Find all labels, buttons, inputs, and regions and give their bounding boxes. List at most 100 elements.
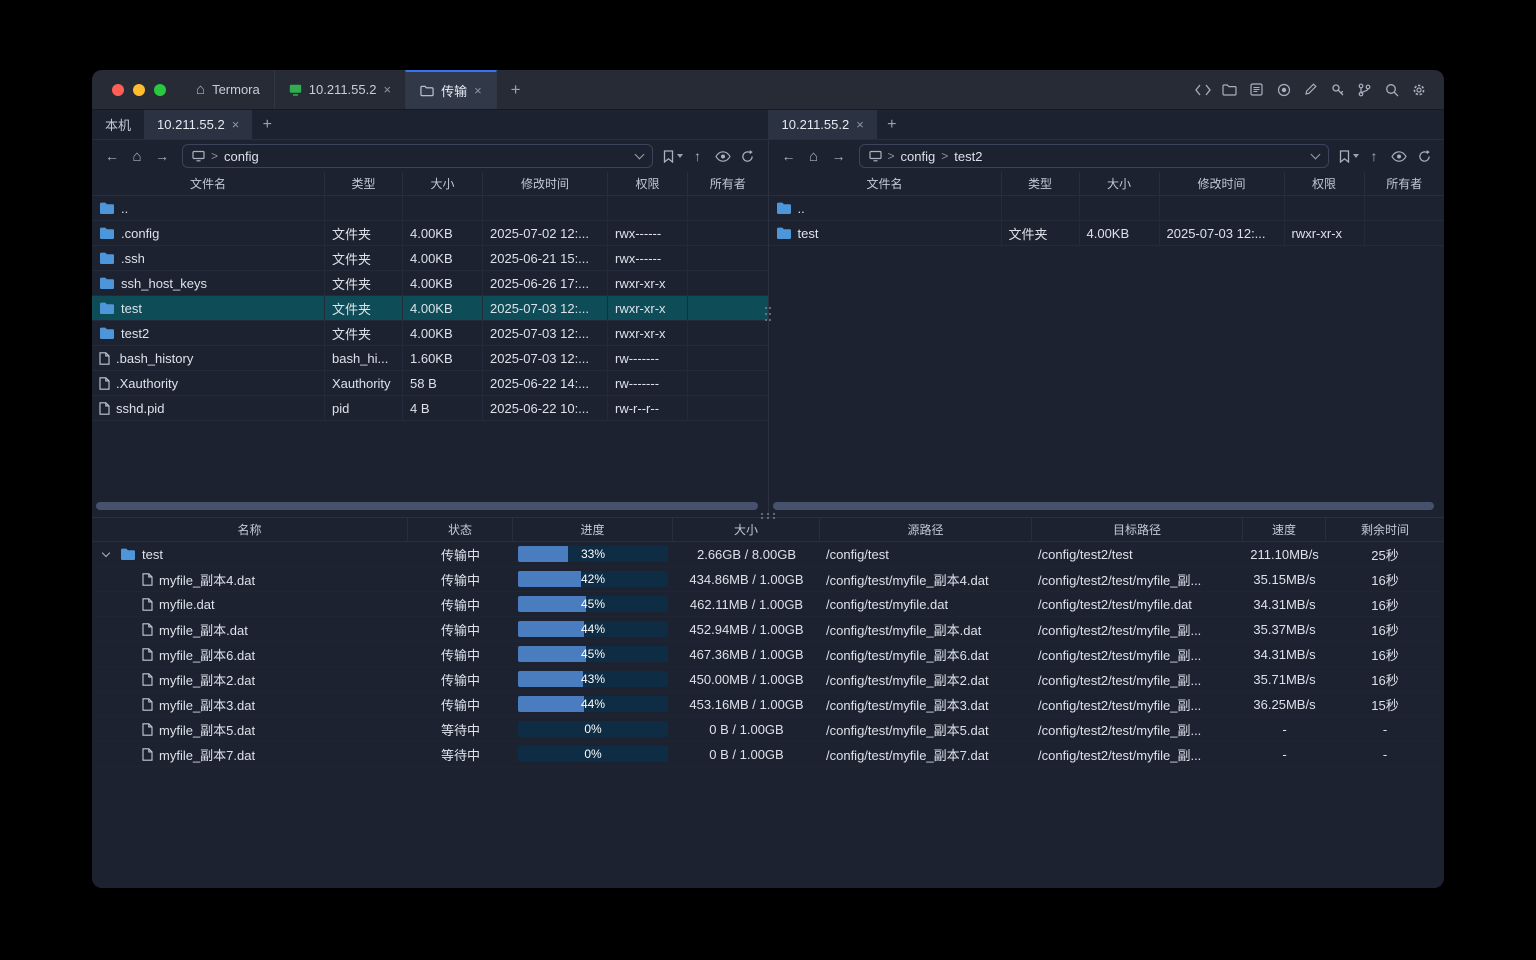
transfer-row[interactable]: myfile_副本3.dat 传输中 44% 453.16MB / 1.00GB… (92, 692, 1444, 717)
file-row[interactable]: .bash_history bash_hi... 1.60KB 2025-07-… (92, 346, 768, 371)
refresh-button[interactable] (736, 144, 760, 168)
forward-button[interactable]: → (827, 144, 851, 168)
scrollbar-thumb[interactable] (773, 502, 1435, 510)
path-segment[interactable]: config (224, 149, 259, 164)
file-row[interactable]: .. (769, 196, 1445, 221)
folder-icon (420, 85, 434, 97)
transfer-row[interactable]: myfile.dat 传输中 45% 462.11MB / 1.00GB /co… (92, 592, 1444, 617)
file-column-header[interactable]: 权限 (1285, 172, 1365, 195)
log-icon[interactable] (1243, 77, 1270, 103)
file-row[interactable]: .ssh 文件夹 4.00KB 2025-06-21 15:... rwx---… (92, 246, 768, 271)
file-column-header[interactable]: 权限 (608, 172, 688, 195)
bookmark-button[interactable] (1337, 144, 1361, 168)
up-directory-button[interactable]: ↑ (1362, 144, 1386, 168)
horizontal-splitter[interactable] (760, 513, 776, 521)
close-tab-icon[interactable]: × (232, 118, 240, 131)
back-button[interactable]: ← (100, 144, 124, 168)
file-column-header[interactable]: 类型 (1002, 172, 1080, 195)
folder-icon[interactable] (1216, 77, 1243, 103)
transfer-column-header[interactable]: 速度 (1243, 518, 1326, 541)
forward-button[interactable]: → (150, 144, 174, 168)
close-window-button[interactable] (112, 84, 124, 96)
file-column-header[interactable]: 文件名 (92, 172, 325, 195)
file-type-cell: bash_hi... (325, 346, 403, 370)
tab-remote-host[interactable]: 10.211.55.2 × (769, 110, 877, 139)
edit-icon[interactable] (1297, 77, 1324, 103)
key-icon[interactable] (1324, 77, 1351, 103)
collapse-chevron-icon[interactable] (98, 550, 114, 558)
file-row[interactable]: .. (92, 196, 768, 221)
transfer-column-header[interactable]: 状态 (408, 518, 513, 541)
transfer-row[interactable]: myfile_副本.dat 传输中 44% 452.94MB / 1.00GB … (92, 617, 1444, 642)
transfer-column-header[interactable]: 名称 (92, 518, 408, 541)
path-segment[interactable]: test2 (954, 149, 982, 164)
file-column-header[interactable]: 所有者 (1365, 172, 1445, 195)
settings-gear-icon[interactable] (1405, 77, 1432, 103)
show-hidden-button[interactable] (711, 144, 735, 168)
transfer-column-header[interactable]: 剩余时间 (1326, 518, 1444, 541)
close-tab-icon[interactable]: × (856, 118, 864, 131)
transfer-row[interactable]: myfile_副本7.dat 等待中 0% 0 B / 1.00GB /conf… (92, 742, 1444, 767)
transfer-column-header[interactable]: 源路径 (820, 518, 1032, 541)
transfer-row[interactable]: myfile_副本6.dat 传输中 45% 467.36MB / 1.00GB… (92, 642, 1444, 667)
file-column-header[interactable]: 修改时间 (483, 172, 608, 195)
file-size-cell: 4.00KB (403, 271, 483, 295)
tab-local[interactable]: 本机 (92, 110, 144, 139)
file-row[interactable]: test 文件夹 4.00KB 2025-07-03 12:... rwxr-x… (769, 221, 1445, 246)
file-row[interactable]: test2 文件夹 4.00KB 2025-07-03 12:... rwxr-… (92, 321, 768, 346)
transfer-column-header[interactable]: 进度 (513, 518, 673, 541)
chevron-down-icon[interactable] (1311, 149, 1321, 159)
tab-termora[interactable]: ⌂ Termora (182, 70, 274, 109)
scrollbar-thumb[interactable] (96, 502, 758, 510)
path-segment[interactable]: config (901, 149, 936, 164)
file-column-header[interactable]: 大小 (403, 172, 483, 195)
tab-remote-host[interactable]: 10.211.55.2 × (144, 110, 252, 139)
transfer-row[interactable]: test 传输中 33% 2.66GB / 8.00GB /config/tes… (92, 542, 1444, 567)
add-tab-button[interactable]: + (877, 110, 907, 139)
transfer-column-header[interactable]: 目标路径 (1032, 518, 1243, 541)
computer-icon (869, 150, 882, 162)
add-tab-button[interactable]: + (252, 110, 282, 139)
close-tab-icon[interactable]: × (474, 84, 482, 97)
file-size-cell: 4.00KB (403, 246, 483, 270)
file-row[interactable]: sshd.pid pid 4 B 2025-06-22 10:... rw-r-… (92, 396, 768, 421)
transfer-source-path: /config/test/myfile_副本7.dat (820, 742, 1032, 766)
path-bar[interactable]: >config>test2 (859, 144, 1330, 168)
home-button[interactable]: ⌂ (802, 144, 826, 168)
close-tab-icon[interactable]: × (383, 83, 391, 96)
file-column-header[interactable]: 大小 (1080, 172, 1160, 195)
file-column-header[interactable]: 类型 (325, 172, 403, 195)
tab-transfer[interactable]: 传输 × (405, 70, 497, 109)
file-row[interactable]: test 文件夹 4.00KB 2025-07-03 12:... rwxr-x… (92, 296, 768, 321)
refresh-button[interactable] (1412, 144, 1436, 168)
home-button[interactable]: ⌂ (125, 144, 149, 168)
file-column-header[interactable]: 修改时间 (1160, 172, 1285, 195)
horizontal-scrollbar[interactable] (773, 502, 1435, 510)
new-tab-button[interactable]: + (497, 70, 535, 109)
file-row[interactable]: ssh_host_keys 文件夹 4.00KB 2025-06-26 17:.… (92, 271, 768, 296)
path-bar[interactable]: >config (182, 144, 653, 168)
search-icon[interactable] (1378, 77, 1405, 103)
tab-host[interactable]: 10.211.55.2 × (274, 70, 405, 109)
zoom-window-button[interactable] (154, 84, 166, 96)
transfer-row[interactable]: myfile_副本2.dat 传输中 43% 450.00MB / 1.00GB… (92, 667, 1444, 692)
show-hidden-button[interactable] (1387, 144, 1411, 168)
bookmark-button[interactable] (661, 144, 685, 168)
file-size-cell (403, 196, 483, 220)
minimize-window-button[interactable] (133, 84, 145, 96)
transfer-column-header[interactable]: 大小 (673, 518, 820, 541)
chevron-down-icon[interactable] (634, 149, 644, 159)
branch-icon[interactable] (1351, 77, 1378, 103)
transfer-row[interactable]: myfile_副本5.dat 等待中 0% 0 B / 1.00GB /conf… (92, 717, 1444, 742)
file-column-header[interactable]: 所有者 (688, 172, 768, 195)
up-directory-button[interactable]: ↑ (686, 144, 710, 168)
record-icon[interactable] (1270, 77, 1297, 103)
transfer-row[interactable]: myfile_副本4.dat 传输中 42% 434.86MB / 1.00GB… (92, 567, 1444, 592)
code-icon[interactable] (1189, 77, 1216, 103)
horizontal-scrollbar[interactable] (96, 502, 758, 510)
file-row[interactable]: .config 文件夹 4.00KB 2025-07-02 12:... rwx… (92, 221, 768, 246)
back-button[interactable]: ← (777, 144, 801, 168)
file-column-header[interactable]: 文件名 (769, 172, 1002, 195)
file-row[interactable]: .Xauthority Xauthority 58 B 2025-06-22 1… (92, 371, 768, 396)
path-separator: > (941, 149, 948, 163)
